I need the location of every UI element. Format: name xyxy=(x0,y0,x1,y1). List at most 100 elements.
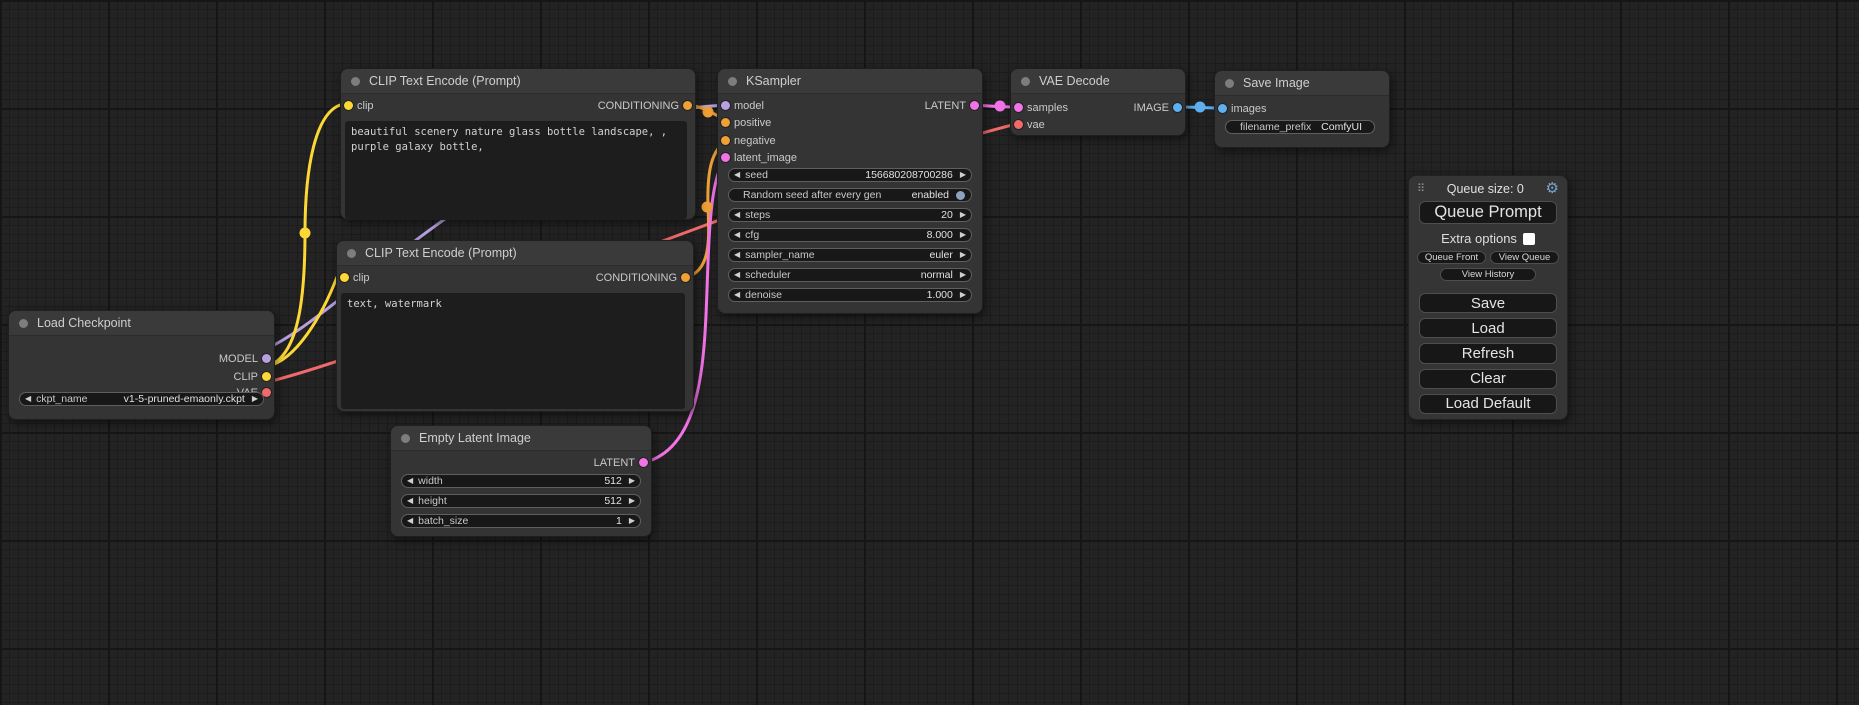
positive-prompt-textarea[interactable]: beautiful scenery nature glass bottle la… xyxy=(345,121,687,219)
toggle-dot-icon[interactable] xyxy=(956,191,965,200)
node-clip-text-encode-positive[interactable]: CLIP Text Encode (Prompt) clip CONDITION… xyxy=(340,68,696,220)
node-header[interactable]: CLIP Text Encode (Prompt) xyxy=(341,69,695,94)
clear-button[interactable]: Clear xyxy=(1419,369,1557,389)
collapse-dot-icon[interactable] xyxy=(19,319,28,328)
width-widget[interactable]: ◀ width 512 ▶ xyxy=(401,474,641,488)
increment-arrow-icon[interactable]: ▶ xyxy=(629,477,635,485)
sampler-name-widget[interactable]: ◀ sampler_name euler ▶ xyxy=(728,248,972,262)
decrement-arrow-icon[interactable]: ◀ xyxy=(734,291,740,299)
view-queue-button[interactable]: View Queue xyxy=(1490,251,1559,264)
positive-input-label: positive xyxy=(734,116,771,130)
decrement-arrow-icon[interactable]: ◀ xyxy=(734,231,740,239)
batch-size-widget[interactable]: ◀ batch_size 1 ▶ xyxy=(401,514,641,528)
increment-arrow-icon[interactable]: ▶ xyxy=(629,497,635,505)
drag-handle-icon[interactable]: ⠿ xyxy=(1417,182,1425,195)
node-header[interactable]: Load Checkpoint xyxy=(9,311,274,336)
scheduler-widget[interactable]: ◀ scheduler normal ▶ xyxy=(728,268,972,282)
node-header[interactable]: CLIP Text Encode (Prompt) xyxy=(337,241,693,266)
node-header[interactable]: Empty Latent Image xyxy=(391,426,651,451)
model-output-port-icon[interactable] xyxy=(262,354,271,363)
link-dot-clip xyxy=(300,228,311,239)
samples-input-port-icon[interactable] xyxy=(1014,103,1023,112)
collapse-dot-icon[interactable] xyxy=(1225,79,1234,88)
node-save-image[interactable]: Save Image images filename_prefix ComfyU… xyxy=(1214,70,1390,148)
negative-input-port-icon[interactable] xyxy=(721,136,730,145)
queue-front-button[interactable]: Queue Front xyxy=(1417,251,1486,264)
collapse-dot-icon[interactable] xyxy=(401,434,410,443)
link-dot-negative xyxy=(702,202,713,213)
clip-input-label: clip xyxy=(353,271,370,285)
decrement-arrow-icon[interactable]: ◀ xyxy=(734,251,740,259)
latent-output-port-icon[interactable] xyxy=(970,101,979,110)
decrement-arrow-icon[interactable]: ◀ xyxy=(407,517,413,525)
node-title: Save Image xyxy=(1243,76,1310,90)
node-vae-decode[interactable]: VAE Decode samples vae IMAGE xyxy=(1010,68,1186,136)
widget-label: Random seed after every gen xyxy=(743,189,881,201)
node-clip-text-encode-negative[interactable]: CLIP Text Encode (Prompt) clip CONDITION… xyxy=(336,240,694,412)
node-ksampler[interactable]: KSampler model positive negative latent_… xyxy=(717,68,983,314)
collapse-dot-icon[interactable] xyxy=(347,249,356,258)
node-header[interactable]: KSampler xyxy=(718,69,982,94)
extra-options-checkbox[interactable] xyxy=(1523,233,1535,245)
decrement-arrow-icon[interactable]: ◀ xyxy=(734,211,740,219)
images-input-port-icon[interactable] xyxy=(1218,104,1227,113)
node-load-checkpoint[interactable]: Load Checkpoint MODEL CLIP VAE ◀ ckpt_na… xyxy=(8,310,275,420)
widget-label: width xyxy=(418,475,443,487)
decrement-arrow-icon[interactable]: ◀ xyxy=(407,477,413,485)
vae-input-port-icon[interactable] xyxy=(1014,120,1023,129)
load-default-button[interactable]: Load Default xyxy=(1419,394,1557,414)
conditioning-output-port-icon[interactable] xyxy=(683,101,692,110)
refresh-button[interactable]: Refresh xyxy=(1419,343,1557,363)
increment-arrow-icon[interactable]: ▶ xyxy=(960,211,966,219)
model-output-label: MODEL xyxy=(219,352,258,366)
conditioning-output-port-icon[interactable] xyxy=(681,273,690,282)
decrement-arrow-icon[interactable]: ◀ xyxy=(25,395,31,403)
widget-label: scheduler xyxy=(745,269,791,281)
clip-output-label: CLIP xyxy=(234,370,258,384)
increment-arrow-icon[interactable]: ▶ xyxy=(960,251,966,259)
latent-image-input-port-icon[interactable] xyxy=(721,153,730,162)
node-title: KSampler xyxy=(746,74,801,88)
steps-widget[interactable]: ◀ steps 20 ▶ xyxy=(728,208,972,222)
negative-prompt-textarea[interactable]: text, watermark xyxy=(341,293,685,409)
queue-prompt-button[interactable]: Queue Prompt xyxy=(1419,201,1557,224)
clip-input-port-icon[interactable] xyxy=(344,101,353,110)
node-title: Empty Latent Image xyxy=(419,431,531,445)
node-empty-latent-image[interactable]: Empty Latent Image LATENT ◀ width 512 ▶ … xyxy=(390,425,652,537)
collapse-dot-icon[interactable] xyxy=(728,77,737,86)
random-seed-toggle-widget[interactable]: Random seed after every gen enabled xyxy=(728,188,972,202)
settings-gear-icon[interactable]: ⚙ xyxy=(1546,181,1559,196)
clip-input-port-icon[interactable] xyxy=(340,273,349,282)
collapse-dot-icon[interactable] xyxy=(351,77,360,86)
increment-arrow-icon[interactable]: ▶ xyxy=(960,271,966,279)
view-history-button[interactable]: View History xyxy=(1440,268,1536,281)
node-header[interactable]: Save Image xyxy=(1215,71,1389,96)
height-widget[interactable]: ◀ height 512 ▶ xyxy=(401,494,641,508)
increment-arrow-icon[interactable]: ▶ xyxy=(960,291,966,299)
clip-output-port-icon[interactable] xyxy=(262,372,271,381)
decrement-arrow-icon[interactable]: ◀ xyxy=(734,171,740,179)
latent-output-port-icon[interactable] xyxy=(639,458,648,467)
node-header[interactable]: VAE Decode xyxy=(1011,69,1185,94)
decrement-arrow-icon[interactable]: ◀ xyxy=(734,271,740,279)
widget-label: filename_prefix xyxy=(1240,121,1311,133)
increment-arrow-icon[interactable]: ▶ xyxy=(960,171,966,179)
increment-arrow-icon[interactable]: ▶ xyxy=(252,395,258,403)
load-button[interactable]: Load xyxy=(1419,318,1557,338)
node-title: VAE Decode xyxy=(1039,74,1110,88)
denoise-widget[interactable]: ◀ denoise 1.000 ▶ xyxy=(728,288,972,302)
ckpt-name-widget[interactable]: ◀ ckpt_name v1-5-pruned-emaonly.ckpt ▶ xyxy=(19,392,264,406)
decrement-arrow-icon[interactable]: ◀ xyxy=(407,497,413,505)
filename-prefix-widget[interactable]: filename_prefix ComfyUI xyxy=(1225,120,1375,134)
save-button[interactable]: Save xyxy=(1419,293,1557,313)
widget-value: 1 xyxy=(616,515,622,527)
widget-label: seed xyxy=(745,169,768,181)
increment-arrow-icon[interactable]: ▶ xyxy=(629,517,635,525)
positive-input-port-icon[interactable] xyxy=(721,118,730,127)
model-input-port-icon[interactable] xyxy=(721,101,730,110)
collapse-dot-icon[interactable] xyxy=(1021,77,1030,86)
seed-widget[interactable]: ◀ seed 156680208700286 ▶ xyxy=(728,168,972,182)
cfg-widget[interactable]: ◀ cfg 8.000 ▶ xyxy=(728,228,972,242)
increment-arrow-icon[interactable]: ▶ xyxy=(960,231,966,239)
image-output-port-icon[interactable] xyxy=(1173,103,1182,112)
